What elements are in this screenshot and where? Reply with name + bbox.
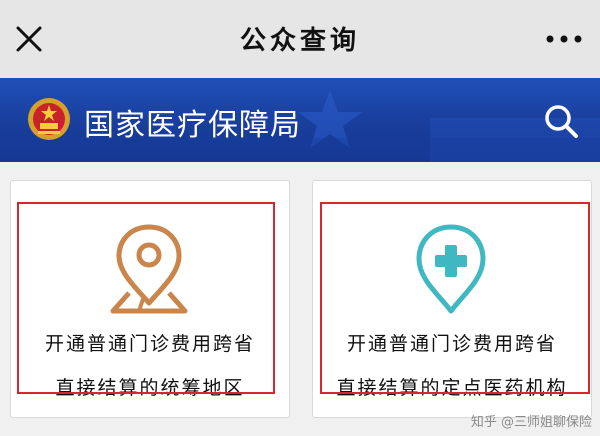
card-title-line-1: 开通普通门诊费用跨省 [44,333,255,355]
watermark-text: 知乎 @三师姐聊保险 [470,415,592,430]
query-card-coordinated-regions[interactable]: 开通普通门诊费用跨省 直接结算的统筹地区 [10,180,290,418]
top-navigation-bar: 公众查询 [0,0,600,78]
agency-name: 国家医疗保障局 [84,108,301,143]
medical-pin-icon [416,224,486,314]
main-content: 开通普通门诊费用跨省 直接结算的统筹地区 开通普通门诊费用跨省 直接结算的定点医… [0,162,600,436]
more-options-button[interactable] [544,26,584,52]
more-icon [546,35,582,43]
card-title-line-2: 直接结算的统筹地区 [55,377,245,399]
close-icon [16,26,42,52]
card-title-line-1: 开通普通门诊费用跨省 [346,333,557,355]
query-card-designated-institutions[interactable]: 开通普通门诊费用跨省 直接结算的定点医药机构 [312,180,592,418]
page-title: 公众查询 [239,26,360,56]
map-pin-icon [110,224,188,314]
search-icon [545,105,578,138]
close-button[interactable] [12,22,46,56]
header-banner: 国家医疗保障局 [0,78,600,162]
national-emblem-icon [28,98,70,140]
card-title-line-2: 直接结算的定点医药机构 [336,377,568,399]
search-button[interactable] [542,102,580,140]
